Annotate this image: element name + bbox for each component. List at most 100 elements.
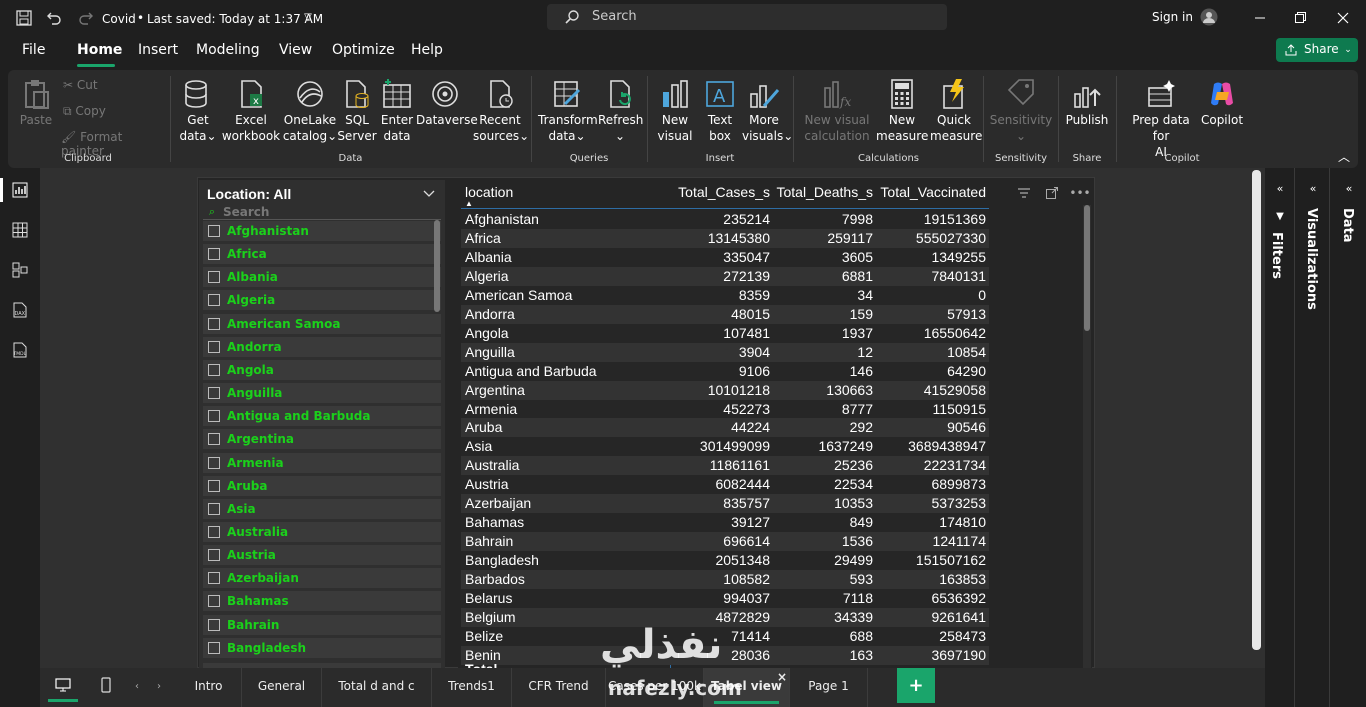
table-row[interactable]: Andorra 48015 159 57913: [461, 304, 989, 324]
slicer-item[interactable]: Andorra: [203, 336, 441, 357]
more-options-icon[interactable]: •••: [1069, 185, 1090, 201]
table-row[interactable]: Barbados 108582 593 163853: [461, 570, 989, 590]
table-row[interactable]: Argentina 10101218 130663 41529058: [461, 380, 989, 400]
checkbox[interactable]: [208, 549, 220, 562]
restore-icon[interactable]: [1290, 8, 1310, 28]
prep-data-for-ai-button[interactable]: Prep data for AI: [1123, 78, 1199, 160]
table-row[interactable]: Asia 301499099 1637249 3689438947: [461, 437, 989, 457]
expand-pane-icon[interactable]: «: [1341, 180, 1357, 196]
new-visual-calculation-button[interactable]: fx New visual calculation: [800, 78, 874, 144]
new-measure-button[interactable]: New measure: [876, 78, 928, 144]
table-row[interactable]: Anguilla 3904 12 10854: [461, 342, 989, 362]
checkbox[interactable]: [208, 317, 220, 330]
table-row[interactable]: Belize 71414 688 258473: [461, 626, 989, 646]
slicer-item[interactable]: Azerbaijan: [203, 568, 441, 589]
quick-measure-button[interactable]: Quick measure: [930, 78, 982, 144]
page-tab[interactable]: Trends1: [432, 668, 512, 707]
undo-icon[interactable]: [44, 8, 64, 28]
checkbox[interactable]: [208, 502, 220, 515]
dataverse-button[interactable]: Dataverse: [416, 78, 478, 128]
menu-modeling[interactable]: Modeling: [196, 42, 260, 58]
checkbox[interactable]: [208, 387, 220, 400]
checkbox[interactable]: [208, 479, 220, 492]
visualizations-pane[interactable]: « Visualizations: [1296, 168, 1330, 707]
collapse-ribbon-icon[interactable]: ︿: [1336, 148, 1352, 164]
slicer-item[interactable]: Albania: [203, 267, 441, 288]
save-icon[interactable]: [14, 8, 34, 28]
cut-button[interactable]: ✂ Cut: [63, 78, 98, 92]
slicer-item[interactable]: Algeria: [203, 290, 441, 311]
checkbox[interactable]: [208, 248, 220, 261]
table-row[interactable]: American Samoa 8359 34 0: [461, 285, 989, 305]
checkbox[interactable]: [208, 641, 220, 654]
onelake-catalog-button[interactable]: OneLake catalog⌄: [281, 78, 339, 144]
chevron-right-icon[interactable]: ›: [152, 679, 166, 693]
redo-icon[interactable]: [76, 8, 96, 28]
checkbox[interactable]: [208, 572, 220, 585]
document-title[interactable]: Covid: [102, 12, 136, 26]
paste-button[interactable]: Paste: [16, 78, 56, 128]
menu-insert[interactable]: Insert: [138, 42, 178, 58]
checkbox[interactable]: [208, 363, 220, 376]
copy-button[interactable]: ⧉ Copy: [63, 104, 106, 119]
new-visual-button[interactable]: New visual: [654, 78, 696, 144]
desktop-layout-button[interactable]: [48, 672, 78, 702]
slicer-search-box[interactable]: ⌕ Search: [203, 204, 441, 220]
refresh-button[interactable]: Refresh ⌄: [598, 78, 643, 144]
filter-icon[interactable]: [1016, 185, 1032, 201]
slicer-item[interactable]: Bahamas: [203, 591, 441, 612]
table-row[interactable]: Bangladesh 2051348 29499 151507162: [461, 551, 989, 571]
excel-workbook-button[interactable]: x Excel workbook: [221, 78, 281, 144]
table-row[interactable]: Aruba 44224 292 90546: [461, 418, 989, 438]
menu-help[interactable]: Help: [411, 42, 443, 58]
close-icon[interactable]: [1333, 8, 1353, 28]
slicer-item[interactable]: Asia: [203, 498, 441, 519]
table-row[interactable]: Albania 335047 3605 1349255: [461, 247, 989, 267]
slicer-item[interactable]: Armenia: [203, 452, 441, 473]
slicer-item[interactable]: Australia: [203, 521, 441, 542]
enter-data-button[interactable]: Enter data: [377, 78, 417, 144]
more-visuals-button[interactable]: More visuals⌄: [742, 78, 793, 144]
slicer-scrollbar-thumb[interactable]: [434, 220, 440, 312]
checkbox[interactable]: [208, 410, 220, 423]
table-row[interactable]: Belgium 4872829 34339 9261641: [461, 607, 989, 627]
slicer-item[interactable]: Anguilla: [203, 383, 441, 404]
transform-data-button[interactable]: Transform data⌄: [538, 78, 598, 144]
mobile-layout-icon[interactable]: [98, 676, 114, 694]
checkbox[interactable]: [208, 618, 220, 631]
header-total-deaths[interactable]: Total_Deaths_s: [776, 184, 873, 200]
table-row[interactable]: Africa 13145380 259117 555027330: [461, 228, 989, 248]
sign-in-link[interactable]: Sign in: [1152, 10, 1193, 24]
page-tab[interactable]: General: [242, 668, 322, 707]
table-row[interactable]: Armenia 452273 8777 1150915: [461, 399, 989, 419]
get-data-button[interactable]: Get data⌄: [177, 78, 219, 144]
table-row[interactable]: Bahamas 39127 849 174810: [461, 513, 989, 533]
slicer-item[interactable]: Bahrain: [203, 614, 441, 635]
text-box-button[interactable]: A Text box: [700, 78, 740, 144]
slicer-item[interactable]: American Samoa: [203, 313, 441, 334]
slicer-item[interactable]: Argentina: [203, 429, 441, 450]
table-row[interactable]: Afghanistan 235214 7998 19151369: [461, 210, 989, 229]
menu-optimize[interactable]: Optimize: [332, 42, 395, 58]
expand-pane-icon[interactable]: «: [1305, 180, 1321, 196]
report-view-icon[interactable]: [10, 180, 30, 200]
header-location[interactable]: location: [465, 184, 513, 200]
page-tab[interactable]: Cases per 100k: [606, 668, 704, 707]
menu-view[interactable]: View: [279, 42, 312, 58]
table-row[interactable]: Austria 6082444 22534 6899873: [461, 475, 989, 495]
recent-sources-button[interactable]: Recent sources⌄: [473, 78, 529, 144]
table-row[interactable]: Bahrain 696614 1536 1241174: [461, 532, 989, 552]
table-row[interactable]: Algeria 272139 6881 7840131: [461, 266, 989, 286]
copilot-button[interactable]: Copilot: [1199, 78, 1245, 128]
chevron-down-icon[interactable]: [421, 186, 437, 202]
avatar-icon[interactable]: [1199, 7, 1219, 27]
slicer-item[interactable]: Austria: [203, 545, 441, 566]
minimize-icon[interactable]: [1250, 8, 1270, 28]
checkbox[interactable]: [208, 225, 220, 237]
table-view-icon[interactable]: [10, 220, 30, 240]
chevron-down-icon[interactable]: ▽: [302, 10, 314, 24]
table-row[interactable]: Angola 107481 1937 16550642: [461, 323, 989, 343]
page-tab[interactable]: Intro: [176, 668, 242, 707]
header-total-vaccinated[interactable]: Total_Vaccinated: [880, 184, 986, 200]
slicer-item[interactable]: Antigua and Barbuda: [203, 406, 441, 427]
